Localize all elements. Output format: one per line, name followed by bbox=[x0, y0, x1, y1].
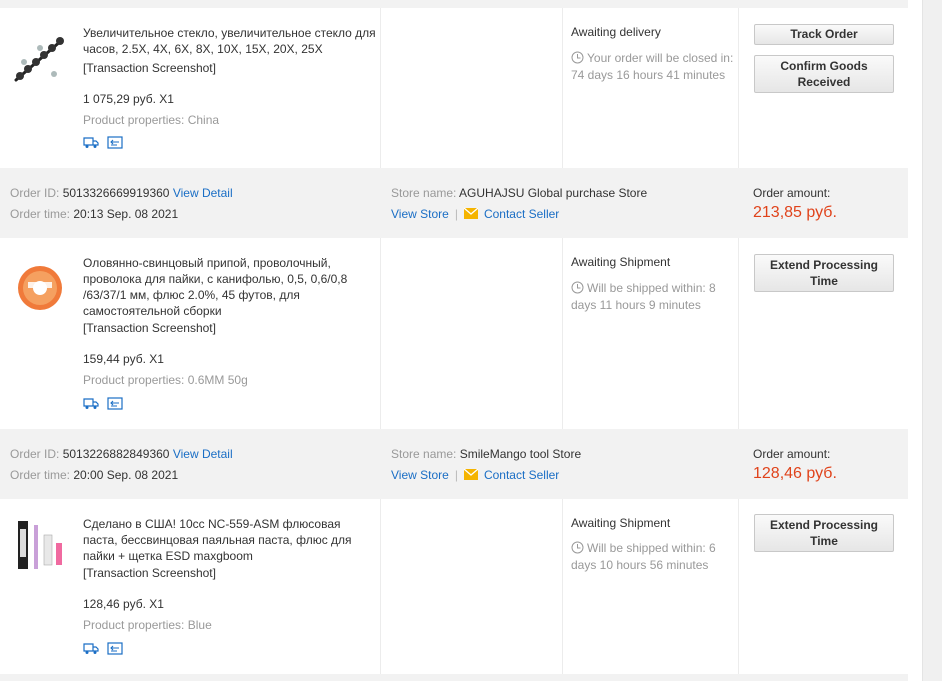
order-amount-label: Order amount: bbox=[753, 186, 831, 200]
actions-cell: Extend Processing Time bbox=[738, 499, 908, 674]
product-price: 128,46 руб. X1 bbox=[83, 597, 164, 611]
contact-seller-link[interactable]: Contact Seller bbox=[484, 468, 559, 482]
order-time-line: Order time: 20:00 Sep. 08 2021 bbox=[10, 468, 178, 482]
product-cell: Оловянно-свинцовый припой, проволочный, … bbox=[0, 238, 380, 429]
receipt-icon[interactable] bbox=[107, 136, 123, 149]
spacer-cell bbox=[380, 238, 562, 429]
order-amount: 213,85 руб. bbox=[753, 204, 837, 221]
spacer-cell bbox=[380, 499, 562, 674]
order-status: Awaiting delivery bbox=[571, 25, 661, 39]
truck-icon[interactable] bbox=[83, 397, 99, 410]
status-detail-text: Will be shipped within: 8 days 11 hours … bbox=[571, 281, 716, 312]
product-icons bbox=[83, 642, 123, 655]
order-time: 20:13 Sep. 08 2021 bbox=[73, 207, 179, 221]
store-name-label: Store name: bbox=[391, 447, 457, 461]
receipt-icon[interactable] bbox=[107, 397, 123, 410]
order-status: Awaiting Shipment bbox=[571, 255, 671, 269]
order-time-line: Order time: 20:13 Sep. 08 2021 bbox=[10, 207, 178, 221]
order-time: 20:00 Sep. 08 2021 bbox=[73, 468, 179, 482]
extend-processing-time-button[interactable]: Extend Processing Time bbox=[754, 254, 894, 292]
product-cell: Сделано в США! 10cc NC-559-ASM флюсовая … bbox=[0, 499, 380, 674]
product-properties: Product properties: Blue bbox=[83, 618, 212, 632]
confirm-goods-received-button[interactable]: Confirm Goods Received bbox=[754, 55, 894, 93]
product-price: 1 075,29 руб. X1 bbox=[83, 92, 174, 106]
truck-icon[interactable] bbox=[83, 136, 99, 149]
extend-processing-time-button[interactable]: Extend Processing Time bbox=[754, 514, 894, 552]
product-properties: Product properties: 0.6MM 50g bbox=[83, 373, 248, 387]
product-properties: Product properties: China bbox=[83, 113, 220, 127]
status-cell: Awaiting delivery Your order will be clo… bbox=[562, 8, 738, 168]
order-id: 5013226882849360 bbox=[62, 447, 170, 461]
store-name-line: Store name: AGUHAJSU Global purchase Sto… bbox=[391, 186, 647, 200]
truck-icon[interactable] bbox=[83, 642, 99, 655]
store-name-label: Store name: bbox=[391, 186, 457, 200]
order-id-label: Order ID: bbox=[10, 186, 60, 200]
transaction-screenshot-link[interactable]: [Transaction Screenshot] bbox=[83, 566, 216, 580]
order-time-label: Order time: bbox=[10, 468, 71, 482]
order-product-row: Оловянно-свинцовый припой, проволочный, … bbox=[0, 238, 908, 429]
status-detail-text: Will be shipped within: 6 days 10 hours … bbox=[571, 541, 716, 572]
product-price: 159,44 руб. X1 bbox=[83, 352, 164, 366]
actions-cell: Track Order Confirm Goods Received bbox=[738, 8, 908, 168]
product-icons bbox=[83, 397, 123, 410]
order-id: 5013326669919360 bbox=[62, 186, 170, 200]
spacer-cell bbox=[380, 8, 562, 168]
order-amount-label: Order amount: bbox=[753, 447, 831, 461]
product-title[interactable]: Увеличительное стекло, увеличительное ст… bbox=[83, 25, 378, 57]
product-thumbnail-flux-paste[interactable] bbox=[10, 515, 70, 575]
contact-seller-link[interactable]: Contact Seller bbox=[484, 207, 559, 221]
mail-icon[interactable] bbox=[463, 208, 478, 219]
clock-icon bbox=[571, 51, 584, 64]
status-detail: Will be shipped within: 8 days 11 hours … bbox=[571, 280, 739, 314]
product-title[interactable]: Оловянно-свинцовый припой, проволочный, … bbox=[83, 255, 378, 319]
track-order-button[interactable]: Track Order bbox=[754, 24, 894, 45]
mail-icon[interactable] bbox=[463, 469, 478, 480]
clock-icon bbox=[571, 541, 584, 554]
receipt-icon[interactable] bbox=[107, 642, 123, 655]
divider: | bbox=[454, 468, 458, 482]
order-info-row: Order ID: 5013326669919360 View Detail O… bbox=[0, 168, 908, 238]
status-detail: Your order will be closed in: 74 days 16… bbox=[571, 50, 739, 84]
order-id-line: Order ID: 5013326669919360 View Detail bbox=[10, 186, 233, 200]
store-links: View Store | Contact Seller bbox=[391, 207, 559, 221]
top-strip bbox=[0, 0, 908, 8]
view-detail-link[interactable]: View Detail bbox=[173, 447, 233, 461]
page-scrollbar[interactable] bbox=[922, 0, 942, 681]
actions-cell: Extend Processing Time bbox=[738, 238, 908, 429]
transaction-screenshot-link[interactable]: [Transaction Screenshot] bbox=[83, 61, 216, 75]
status-detail-text: Your order will be closed in: 74 days 16… bbox=[571, 51, 734, 82]
product-icons bbox=[83, 136, 123, 149]
order-time-label: Order time: bbox=[10, 207, 71, 221]
store-name: AGUHAJSU Global purchase Store bbox=[459, 186, 648, 200]
order-status: Awaiting Shipment bbox=[571, 516, 671, 530]
order-id-label: Order ID: bbox=[10, 447, 60, 461]
order-info-row: Order ID: 5013226882849360 View Detail O… bbox=[0, 429, 908, 499]
clock-icon bbox=[571, 281, 584, 294]
status-cell: Awaiting Shipment Will be shipped within… bbox=[562, 499, 738, 674]
product-thumbnail-solder-wire[interactable] bbox=[10, 258, 70, 318]
view-detail-link[interactable]: View Detail bbox=[173, 186, 233, 200]
store-links: View Store | Contact Seller bbox=[391, 468, 559, 482]
status-detail: Will be shipped within: 6 days 10 hours … bbox=[571, 540, 739, 574]
order-product-row: Сделано в США! 10cc NC-559-ASM флюсовая … bbox=[0, 499, 908, 674]
view-store-link[interactable]: View Store bbox=[391, 468, 449, 482]
product-thumbnail-magnifier[interactable] bbox=[10, 26, 70, 86]
store-name-line: Store name: SmileMango tool Store bbox=[391, 447, 581, 461]
transaction-screenshot-link[interactable]: [Transaction Screenshot] bbox=[83, 321, 216, 335]
product-title[interactable]: Сделано в США! 10cc NC-559-ASM флюсовая … bbox=[83, 516, 378, 564]
order-id-line: Order ID: 5013226882849360 View Detail bbox=[10, 447, 233, 461]
bottom-strip bbox=[0, 674, 908, 681]
store-name: SmileMango tool Store bbox=[459, 447, 582, 461]
order-product-row: Увеличительное стекло, увеличительное ст… bbox=[0, 8, 908, 168]
product-cell: Увеличительное стекло, увеличительное ст… bbox=[0, 8, 380, 168]
divider: | bbox=[454, 207, 458, 221]
order-amount: 128,46 руб. bbox=[753, 465, 837, 482]
view-store-link[interactable]: View Store bbox=[391, 207, 449, 221]
status-cell: Awaiting Shipment Will be shipped within… bbox=[562, 238, 738, 429]
